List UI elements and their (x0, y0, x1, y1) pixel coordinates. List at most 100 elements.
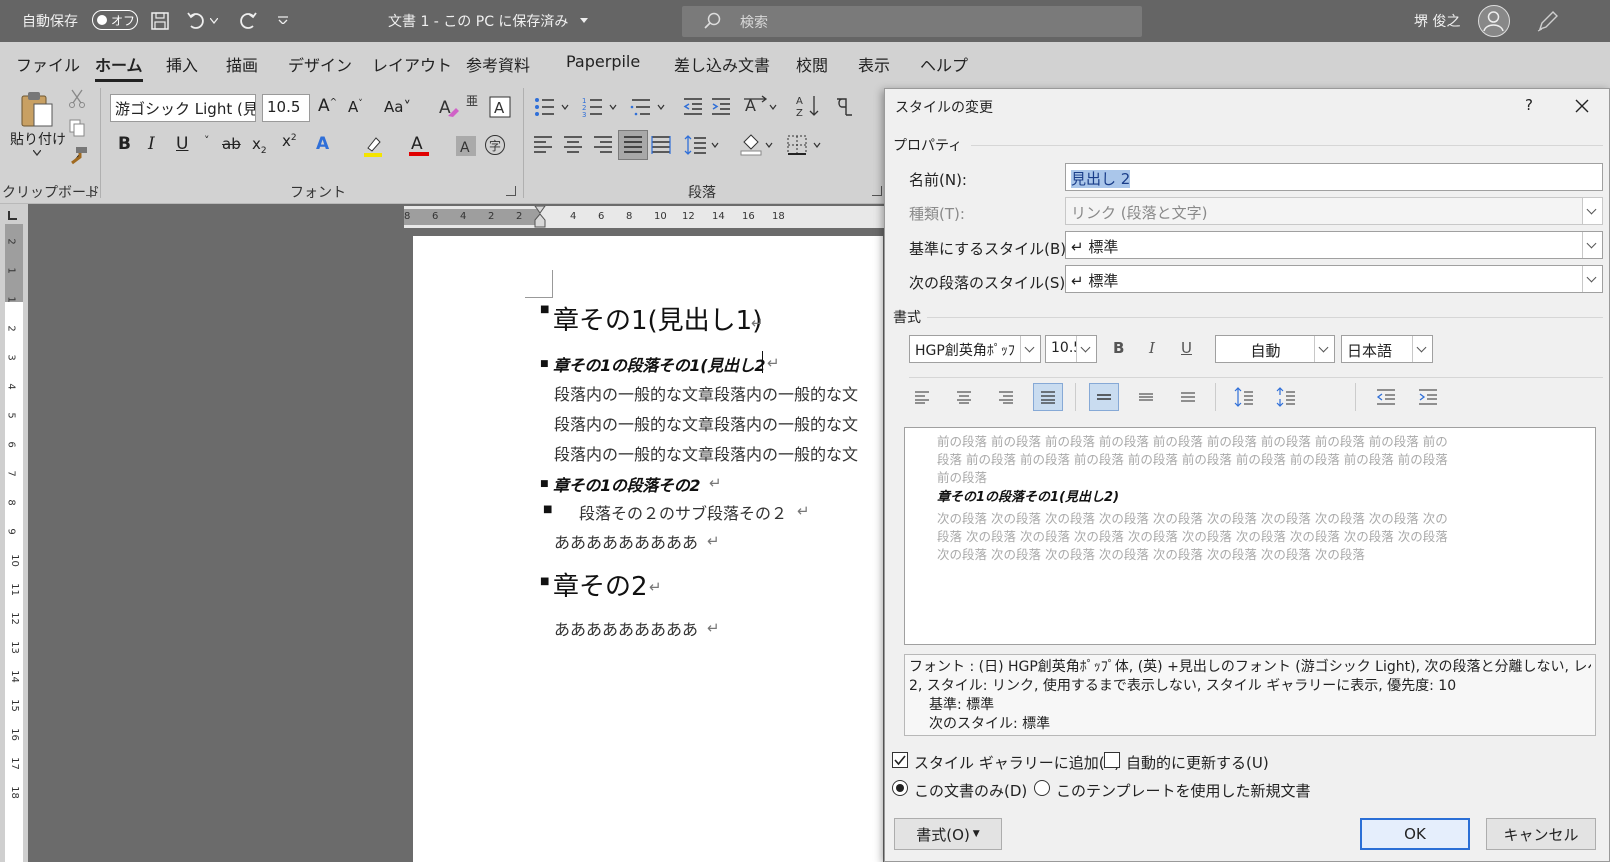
tab-insert[interactable]: 挿入 (166, 52, 198, 76)
this-doc-radio[interactable] (892, 780, 908, 796)
search-box[interactable]: 検索 (682, 6, 1142, 37)
format-menu-button[interactable]: 書式(O) ▼ (894, 818, 1002, 850)
dialog-single-space-icon[interactable] (1089, 383, 1119, 411)
paragraph-launcher-icon[interactable] (872, 186, 882, 196)
font-launcher-icon[interactable] (506, 186, 516, 196)
format-painter-icon[interactable] (68, 146, 88, 166)
align-center-icon[interactable] (562, 134, 584, 156)
font-color-icon[interactable]: A (408, 132, 430, 158)
enclose-char-icon[interactable]: 字 (484, 134, 506, 156)
base-style-select[interactable]: ↵ 標準 (1065, 231, 1603, 259)
ok-button[interactable]: OK (1360, 818, 1470, 850)
highlight-icon[interactable] (362, 134, 384, 158)
autosave-toggle[interactable]: オフ (92, 10, 138, 30)
increase-indent-icon[interactable] (710, 96, 732, 118)
justify-icon[interactable] (618, 130, 648, 160)
pen-icon[interactable] (1536, 9, 1560, 33)
name-input[interactable]: 見出し 2 (1065, 163, 1603, 191)
template-radio[interactable] (1034, 780, 1050, 796)
auto-update-checkbox[interactable] (1104, 752, 1120, 768)
shading-icon[interactable] (740, 132, 776, 156)
dialog-bold-button[interactable]: B (1113, 339, 1124, 357)
dialog-underline-button[interactable]: U (1181, 339, 1192, 357)
cut-icon[interactable] (68, 88, 86, 108)
doc-body-line[interactable]: 段落内の一般的な文章段落内の一般的な文 (554, 411, 858, 435)
paste-dropdown-icon[interactable] (33, 150, 41, 156)
bold-button[interactable]: B (118, 134, 131, 154)
doc-body-line[interactable]: あああああああああ (554, 529, 698, 553)
font-name-combo[interactable]: 游ゴシック Light (見 (110, 94, 256, 122)
strikethrough-button[interactable]: ab (222, 135, 241, 153)
dialog-font-select[interactable]: HGP創英角ﾎﾟｯﾌ (909, 335, 1041, 363)
document-page[interactable]: ■ 章その1(見出し1) ↵ ■ 章その1の段落その1(見出し2 ↵ 段落内の一… (413, 236, 883, 862)
redo-icon[interactable] (236, 10, 258, 32)
clear-format-icon[interactable]: A (438, 96, 460, 118)
dialog-align-right-icon[interactable] (991, 383, 1021, 411)
type-select[interactable]: リンク (段落と文字) (1065, 197, 1603, 225)
tab-mailings[interactable]: 差し込み文書 (674, 52, 770, 76)
clipboard-launcher-icon[interactable] (86, 186, 96, 196)
tab-draw[interactable]: 描画 (226, 52, 258, 76)
tab-layout[interactable]: レイアウト (372, 52, 452, 76)
title-dropdown-icon[interactable] (580, 18, 588, 24)
undo-icon[interactable] (186, 10, 208, 32)
tab-file[interactable]: ファイル (16, 52, 80, 76)
dialog-space-before-icon[interactable] (1229, 383, 1259, 411)
save-icon[interactable] (150, 11, 170, 31)
tab-paperpile[interactable]: Paperpile (566, 52, 640, 71)
decrease-indent-icon[interactable] (682, 96, 704, 118)
tab-home[interactable]: ホーム (95, 52, 143, 82)
this-doc-label[interactable]: この文書のみ(D) (914, 780, 1027, 801)
tab-references[interactable]: 参考資料 (466, 52, 530, 76)
text-effects-button[interactable]: A (316, 134, 329, 154)
grow-font-icon[interactable]: A^ (318, 96, 337, 116)
tab-review[interactable]: 校閲 (796, 52, 828, 76)
user-avatar[interactable] (1478, 5, 1510, 37)
tab-selector-icon[interactable] (6, 208, 20, 222)
char-border-icon[interactable]: A (489, 96, 511, 118)
doc-heading-1[interactable]: 章その1(見出し1) (553, 300, 762, 337)
align-right-icon[interactable] (592, 134, 614, 156)
doc-body-line[interactable]: 段落内の一般的な文章段落内の一般的な文 (554, 381, 858, 405)
dialog-align-center-icon[interactable] (949, 383, 979, 411)
multilevel-list-icon[interactable] (630, 96, 670, 118)
tab-design[interactable]: デザイン (288, 52, 352, 76)
subscript-button[interactable]: x2 (252, 135, 267, 156)
doc-heading-2-b[interactable]: 章その1の段落その2 (553, 472, 701, 496)
doc-body-line[interactable]: あああああああああ (554, 616, 698, 640)
doc-bullet-line[interactable]: 段落その２のサブ段落その２ (579, 500, 787, 524)
cancel-button[interactable]: キャンセル (1486, 818, 1596, 850)
customize-qat-icon[interactable] (278, 16, 288, 24)
bullets-icon[interactable] (534, 96, 574, 118)
show-marks-icon[interactable] (834, 96, 858, 118)
dialog-lang-select[interactable]: 日本語 (1341, 335, 1433, 363)
doc-heading-2-a[interactable]: 章その1の段落その1(見出し2 (553, 352, 766, 376)
line-spacing-icon[interactable] (684, 134, 724, 156)
dialog-color-select[interactable]: 自動 (1215, 335, 1335, 363)
underline-dropdown-icon[interactable]: ˅ (204, 134, 210, 147)
dialog-size-select[interactable]: 10.5 (1045, 335, 1097, 363)
dialog-increase-indent-icon[interactable] (1413, 383, 1443, 411)
italic-button[interactable]: I (148, 134, 155, 154)
paste-icon[interactable] (18, 90, 56, 128)
superscript-button[interactable]: x2 (282, 132, 297, 150)
align-left-icon[interactable] (532, 134, 554, 156)
add-gallery-checkbox[interactable] (892, 752, 908, 768)
copy-icon[interactable] (68, 118, 86, 138)
dialog-italic-button[interactable]: I (1149, 339, 1155, 357)
dialog-justify-icon[interactable] (1033, 383, 1063, 411)
add-gallery-label[interactable]: スタイル ギャラリーに追加(S) (914, 752, 1120, 773)
doc-heading-1-b[interactable]: 章その2 (553, 566, 648, 603)
numbering-icon[interactable]: 123 (582, 96, 622, 118)
borders-icon[interactable] (786, 134, 826, 156)
dialog-align-left-icon[interactable] (907, 383, 937, 411)
dialog-double-space-icon[interactable] (1173, 383, 1203, 411)
indent-marker-icon[interactable] (533, 206, 547, 228)
change-case-button[interactable]: Aa˅ (384, 98, 411, 116)
document-title[interactable]: 文書 1 - この PC に保存済み (388, 11, 568, 31)
dialog-space-after-icon[interactable] (1271, 383, 1301, 411)
font-size-combo[interactable]: 10.5 (262, 94, 310, 122)
dialog-decrease-indent-icon[interactable] (1371, 383, 1401, 411)
tab-view[interactable]: 表示 (858, 52, 890, 76)
text-direction-icon[interactable]: A (744, 94, 780, 118)
